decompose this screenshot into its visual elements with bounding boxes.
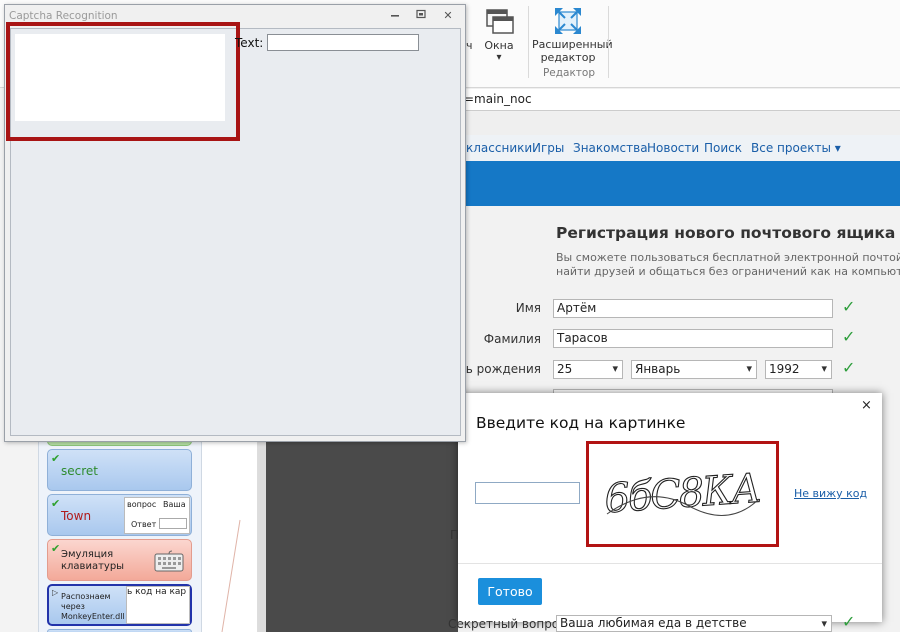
captcha-image: 6бС8КА [586, 441, 779, 547]
thumb-label: вопрос [127, 500, 157, 509]
text-label: Text: [235, 36, 264, 50]
card-label: secret [61, 464, 98, 478]
ribbon-separator [528, 6, 529, 78]
advanced-editor-icon [554, 7, 582, 38]
dialog-close-icon[interactable]: × [861, 398, 872, 413]
project-card-secret[interactable]: ✔ secret [47, 449, 192, 491]
check-icon: ✔ [51, 542, 61, 555]
partial-label-p: П [450, 528, 460, 542]
last-name-check-icon: ✓ [842, 327, 856, 346]
windows-dropdown-arrow[interactable]: ▾ [492, 51, 506, 64]
keyboard-icon [154, 550, 184, 575]
captcha-text: 6бС8КА [603, 466, 761, 523]
play-icon: ▷ [52, 588, 59, 597]
recognized-text-input[interactable] [267, 34, 419, 51]
birthday-year-select[interactable]: 1992 [765, 360, 832, 379]
card-label: Town [61, 509, 92, 523]
windows-icon [486, 9, 514, 38]
registration-title: Регистрация нового почтового ящика [556, 224, 896, 242]
check-icon: ✔ [51, 452, 61, 465]
thumb-input [159, 518, 187, 529]
highlight-frame [6, 22, 240, 141]
last-name-value: Тарасов [557, 331, 608, 345]
captcha-dialog-title: Введите код на картинке [476, 414, 686, 432]
first-name-field[interactable]: Артём [553, 299, 833, 318]
editor-group-label: Редактор [542, 67, 596, 79]
card-label: Эмуляция клавиатуры [61, 549, 125, 572]
ribbon-separator [608, 6, 609, 78]
nav-item-games[interactable]: Игры [532, 141, 564, 155]
nav-item-all-projects[interactable]: Все проекты ▾ [751, 141, 841, 155]
thumb-label: Ваша [163, 500, 186, 509]
advanced-editor-button[interactable]: Расширенный редактор [532, 38, 613, 64]
cant-see-code-link[interactable]: Не вижу код [794, 487, 867, 500]
birthday-month-select[interactable]: Январь [631, 360, 757, 379]
secret-question-check-icon: ✓ [842, 612, 856, 631]
thumb-text: ь код на кар [127, 587, 187, 597]
thumb-label: Ответ [131, 520, 157, 529]
secret-question-select[interactable]: Ваша любимая еда в детстве [556, 615, 832, 632]
minimize-icon[interactable] [387, 9, 403, 22]
window-title: Captcha Recognition [9, 10, 118, 22]
birthday-day-value: 25 [557, 362, 573, 376]
birthday-check-icon: ✓ [842, 358, 856, 377]
birthday-day-select[interactable]: 25 [553, 360, 623, 379]
nav-item-news[interactable]: Новости [647, 141, 699, 155]
close-icon[interactable]: ✕ [440, 9, 456, 22]
secret-question-value: Ваша любимая еда в детстве [560, 616, 747, 630]
project-card-monkey[interactable]: ▷ Распознаем через MonkeyEnter.dll ь код… [47, 584, 192, 626]
nav-item-search[interactable]: Поиск [704, 141, 742, 155]
panel-divider [258, 440, 266, 632]
town-thumbnail: вопрос Ваша Ответ [124, 497, 190, 534]
last-name-field[interactable]: Тарасов [553, 329, 833, 348]
card-label: Распознаем через MonkeyEnter.dll [61, 592, 125, 621]
monkey-thumbnail: ь код на кар [126, 586, 190, 624]
registration-subtitle-1: Вы сможете пользоваться бесплатной элект… [556, 251, 900, 264]
address-bar[interactable]: =main_noc [440, 89, 900, 111]
secret-question-label: Секретный вопрос [448, 617, 566, 631]
project-card-town[interactable]: ✔ Town вопрос Ваша Ответ [47, 494, 192, 536]
captcha-code-input[interactable] [475, 482, 580, 504]
project-card-keyboard[interactable]: ✔ Эмуляция клавиатуры [47, 539, 192, 581]
ribbon-partial-button-label[interactable]: ч [466, 39, 473, 52]
address-text: =main_noc [464, 92, 532, 106]
registration-subtitle-2: найти друзей и общаться без ограничений … [556, 265, 900, 278]
modal-overlay [266, 440, 458, 632]
site-nav: классники Игры Знакомства Новости Поиск … [440, 135, 900, 161]
birthday-month-value: Январь [635, 362, 681, 376]
submit-button[interactable]: Готово [478, 578, 542, 605]
check-icon: ✔ [51, 497, 61, 510]
middle-panel [202, 440, 258, 632]
first-name-check-icon: ✓ [842, 297, 856, 316]
site-header-band [440, 161, 900, 206]
first-name-value: Артём [557, 301, 597, 315]
nav-item-dating[interactable]: Знакомства [573, 141, 648, 155]
birthday-year-value: 1992 [769, 362, 800, 376]
nav-item-classmates[interactable]: классники [466, 141, 532, 155]
restore-icon[interactable] [413, 9, 429, 22]
dialog-footer-divider [458, 563, 882, 564]
